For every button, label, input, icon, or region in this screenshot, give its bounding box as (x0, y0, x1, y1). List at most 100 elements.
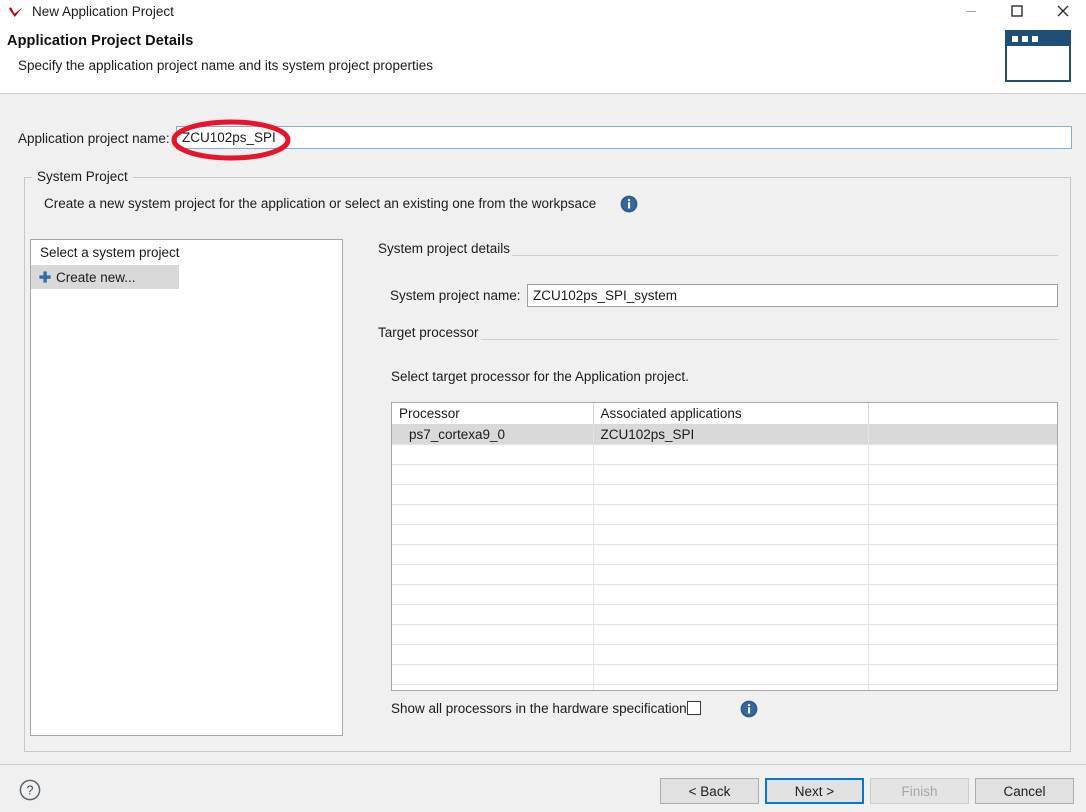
system-project-list[interactable]: Select a system project Create new... (30, 239, 343, 736)
cell-associated-applications (593, 664, 868, 684)
cell-associated-applications (593, 644, 868, 664)
cell-processor (392, 544, 593, 564)
target-processor-divider (481, 339, 1058, 340)
window-title: New Application Project (32, 4, 174, 19)
list-item-create-new[interactable]: Create new... (31, 265, 179, 289)
table-row[interactable] (392, 484, 1057, 504)
cancel-button[interactable]: Cancel (975, 778, 1074, 804)
table-row[interactable] (392, 644, 1057, 664)
cell-associated-applications (593, 444, 868, 464)
table-row[interactable] (392, 604, 1057, 624)
cell-blank (868, 424, 1057, 444)
wizard-button-bar: < BackNext >FinishCancel (660, 778, 1074, 804)
minimize-button[interactable] (948, 0, 994, 22)
window-controls (948, 0, 1086, 22)
maximize-button[interactable] (994, 0, 1040, 22)
column-header-associated-applications[interactable]: Associated applications (593, 403, 868, 424)
cell-blank (868, 504, 1057, 524)
close-button[interactable] (1040, 0, 1086, 22)
page-subtitle: Specify the application project name and… (18, 58, 433, 73)
application-project-name-label: Application project name: (18, 131, 170, 146)
system-project-list-header: Select a system project (31, 240, 342, 265)
table-row[interactable] (392, 564, 1057, 584)
help-circle-icon[interactable]: ? (19, 779, 41, 801)
vitis-check-icon (4, 0, 30, 22)
cell-associated-applications: ZCU102ps_SPI (593, 424, 868, 444)
cell-associated-applications (593, 584, 868, 604)
table-row[interactable] (392, 504, 1057, 524)
cell-blank (868, 544, 1057, 564)
title-bar: New Application Project (0, 0, 1086, 22)
cell-associated-applications (593, 624, 868, 644)
cell-processor (392, 664, 593, 684)
system-project-details-title: System project details (378, 241, 510, 256)
cell-processor (392, 484, 593, 504)
target-processor-description: Select target processor for the Applicat… (391, 369, 689, 384)
system-project-group-legend: System Project (32, 169, 133, 184)
table-row[interactable] (392, 524, 1057, 544)
cell-blank (868, 564, 1057, 584)
next-button[interactable]: Next > (765, 778, 864, 804)
finish-button: Finish (870, 778, 969, 804)
cell-blank (868, 444, 1057, 464)
wizard-header: Application Project Details Specify the … (0, 22, 1086, 94)
cell-associated-applications (593, 464, 868, 484)
svg-text:?: ? (27, 784, 34, 798)
cell-blank (868, 524, 1057, 544)
back-button[interactable]: < Back (660, 778, 759, 804)
cell-processor (392, 604, 593, 624)
cell-processor (392, 464, 593, 484)
cell-processor (392, 624, 593, 644)
show-all-processors-label: Show all processors in the hardware spec… (391, 701, 687, 716)
cell-blank (868, 464, 1057, 484)
system-project-description: Create a new system project for the appl… (44, 196, 596, 211)
system-project-name-input[interactable] (527, 284, 1058, 307)
processor-table-header-row: Processor Associated applications (392, 403, 1057, 424)
target-processor-title: Target processor (378, 325, 479, 340)
cell-blank (868, 644, 1057, 664)
cell-associated-applications (593, 564, 868, 584)
column-header-blank[interactable] (868, 403, 1057, 424)
cell-associated-applications (593, 684, 868, 691)
footer-divider (0, 764, 1086, 765)
new-application-project-dialog: New Application Project Application Proj… (0, 0, 1086, 812)
table-row[interactable] (392, 624, 1057, 644)
cell-processor (392, 584, 593, 604)
minimize-icon (965, 5, 977, 17)
cell-processor (392, 444, 593, 464)
processor-table[interactable]: Processor Associated applications ps7_co… (391, 402, 1058, 691)
cell-associated-applications (593, 544, 868, 564)
header-divider (0, 93, 1086, 94)
cell-processor (392, 684, 593, 691)
cell-associated-applications (593, 484, 868, 504)
cell-blank (868, 684, 1057, 691)
table-row[interactable] (392, 684, 1057, 691)
cell-blank (868, 604, 1057, 624)
list-item-label: Create new... (56, 270, 136, 285)
cell-processor (392, 564, 593, 584)
close-icon (1056, 4, 1070, 18)
column-header-processor[interactable]: Processor (392, 403, 593, 424)
table-row[interactable] (392, 464, 1057, 484)
table-row[interactable] (392, 584, 1057, 604)
page-title: Application Project Details (7, 33, 193, 49)
table-row[interactable] (392, 664, 1057, 684)
system-project-details-divider (512, 255, 1058, 256)
info-icon[interactable] (620, 195, 638, 213)
cell-associated-applications (593, 504, 868, 524)
cell-processor (392, 524, 593, 544)
application-project-name-input[interactable] (176, 126, 1072, 149)
cell-processor: ps7_cortexa9_0 (392, 424, 593, 444)
cell-blank (868, 484, 1057, 504)
info-icon[interactable] (740, 700, 758, 718)
system-project-name-label: System project name: (390, 288, 521, 303)
show-all-processors-checkbox[interactable] (687, 701, 701, 715)
table-row[interactable] (392, 544, 1057, 564)
cell-processor (392, 504, 593, 524)
cell-associated-applications (593, 604, 868, 624)
cell-processor (392, 644, 593, 664)
table-row[interactable]: ps7_cortexa9_0ZCU102ps_SPI (392, 424, 1057, 444)
cell-blank (868, 584, 1057, 604)
cell-blank (868, 664, 1057, 684)
table-row[interactable] (392, 444, 1057, 464)
